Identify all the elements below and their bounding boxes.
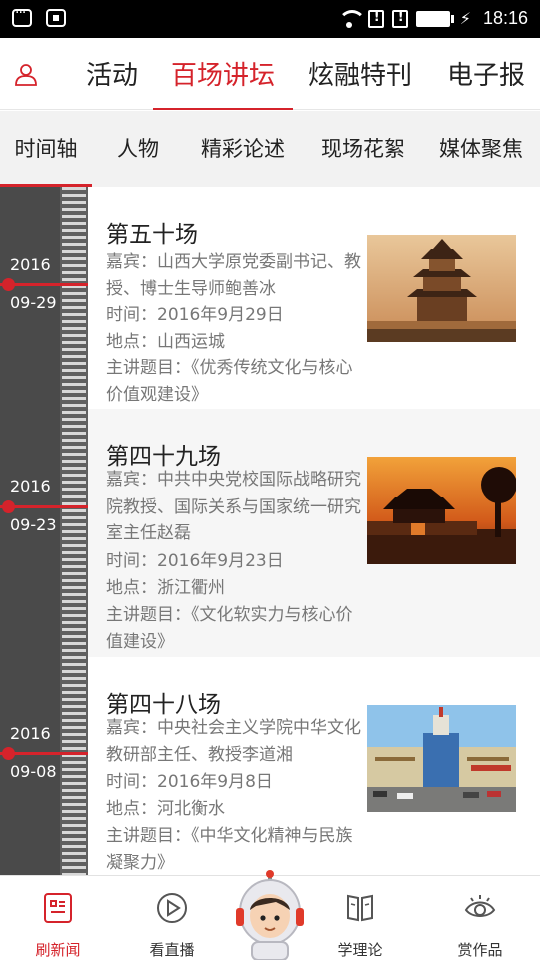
top-nav: 活动 百场讲坛 炫融特刊 电子报: [0, 38, 540, 110]
eye-icon: [464, 895, 496, 917]
lecture-card[interactable]: 第四十八场 嘉宾：中央社会主义学院中华文化教研部主任、教授李道湘 时间：2016…: [88, 657, 540, 875]
lecture-topic: 主讲题目：《中华文化精神与民族凝聚力》: [106, 826, 353, 873]
timeline-dot: [2, 747, 15, 760]
lecture-topic: 主讲题目：《优秀传统文化与核心价值观建设》: [106, 358, 353, 405]
city-gate-photo[interactable]: [367, 457, 516, 564]
timeline-dot: [2, 278, 15, 291]
nav-works-label: 赏作品: [457, 941, 503, 959]
timeline-marker: 2016 09-08: [0, 724, 88, 794]
tab-special-issue[interactable]: 炫融特刊: [306, 56, 414, 110]
nav-theory[interactable]: 学理论: [310, 876, 410, 960]
timeline-date: 09-29: [10, 293, 57, 312]
timeline-marker: 2016 09-23: [0, 477, 88, 547]
nav-works[interactable]: 赏作品: [430, 876, 530, 960]
lecture-card[interactable]: 第四十九场 嘉宾：中共中央党校国际战略研究院教授、国际关系与国家统一研究室主任赵…: [88, 409, 540, 657]
subtab-media-focus[interactable]: 媒体聚焦: [438, 111, 524, 187]
timeline-year: 2016: [10, 724, 51, 743]
lecture-guest: 嘉宾：中共中央党校国际战略研究院教授、国际关系与国家统一研究室主任赵磊: [106, 470, 361, 543]
message-icon: [12, 5, 32, 27]
lecture-place: 地点：河北衡水: [106, 799, 225, 819]
user-profile-icon[interactable]: [14, 62, 38, 86]
lecture-time: 时间：2016年9月23日: [106, 551, 284, 571]
sim-1-icon: [367, 9, 384, 28]
charging-icon: ⚡: [459, 9, 471, 28]
lecture-time: 时间：2016年9月29日: [106, 305, 284, 325]
lecture-title: 第四十八场: [106, 692, 221, 718]
tab-activity[interactable]: 活动: [84, 56, 140, 110]
timeline-date: 09-08: [10, 762, 57, 781]
lecture-title: 第五十场: [106, 222, 198, 248]
nav-live-label: 看直播: [149, 941, 195, 959]
subtab-highlights[interactable]: 精彩论述: [200, 111, 286, 187]
lecture-time: 时间：2016年9月8日: [106, 772, 273, 792]
timeline-dot: [2, 500, 15, 513]
status-bar: ⚡ 18:16: [0, 0, 540, 38]
lecture-place: 地点：山西运城: [106, 332, 225, 352]
status-time: 18:16: [482, 8, 528, 28]
sub-nav: 时间轴 人物 精彩论述 现场花絮 媒体聚焦: [0, 111, 540, 187]
train-station-photo[interactable]: [367, 705, 516, 812]
tab-hundred-lectures[interactable]: 百场讲坛: [153, 56, 293, 110]
nav-live[interactable]: 看直播: [122, 876, 222, 960]
timeline-date: 09-23: [10, 515, 57, 534]
astronaut-mascot-button[interactable]: [232, 870, 308, 960]
book-icon: [347, 894, 373, 922]
sim-2-icon: [391, 9, 408, 28]
lecture-card[interactable]: 第五十场 嘉宾：山西大学原党委副书记、教授、博士生导师鲍善冰 时间：2016年9…: [88, 187, 540, 409]
tab-e-newspaper[interactable]: 电子报: [445, 56, 527, 110]
nav-news[interactable]: 刷新闻: [8, 876, 108, 960]
screenshot-icon: [46, 9, 66, 27]
lecture-title: 第四十九场: [106, 444, 221, 470]
battery-icon: [415, 10, 454, 27]
lecture-place: 地点：浙江衢州: [106, 578, 225, 598]
timeline-ruler[interactable]: 2016 09-29 2016 09-23 2016 09-08: [0, 187, 88, 875]
timeline-marker: 2016 09-29: [0, 255, 88, 325]
play-icon: [157, 893, 187, 923]
nav-theory-label: 学理论: [337, 941, 383, 959]
lecture-topic: 主讲题目：《文化软实力与核心价值建设》: [106, 605, 353, 652]
lecture-list[interactable]: 第五十场 嘉宾：山西大学原党委副书记、教授、博士生导师鲍善冰 时间：2016年9…: [88, 187, 540, 875]
lecture-guest: 嘉宾：中央社会主义学院中华文化教研部主任、教授李道湘: [106, 718, 361, 765]
news-icon: [44, 893, 72, 923]
subtab-timeline[interactable]: 时间轴: [0, 111, 92, 187]
timeline-year: 2016: [10, 477, 51, 496]
subtab-people[interactable]: 人物: [116, 111, 160, 187]
lecture-guest: 嘉宾：山西大学原党委副书记、教授、博士生导师鲍善冰: [106, 252, 361, 299]
pavilion-photo[interactable]: [367, 235, 516, 342]
nav-news-label: 刷新闻: [35, 941, 81, 959]
wifi-icon: [337, 9, 366, 28]
timeline-year: 2016: [10, 255, 51, 274]
subtab-scene-photos[interactable]: 现场花絮: [320, 111, 406, 187]
